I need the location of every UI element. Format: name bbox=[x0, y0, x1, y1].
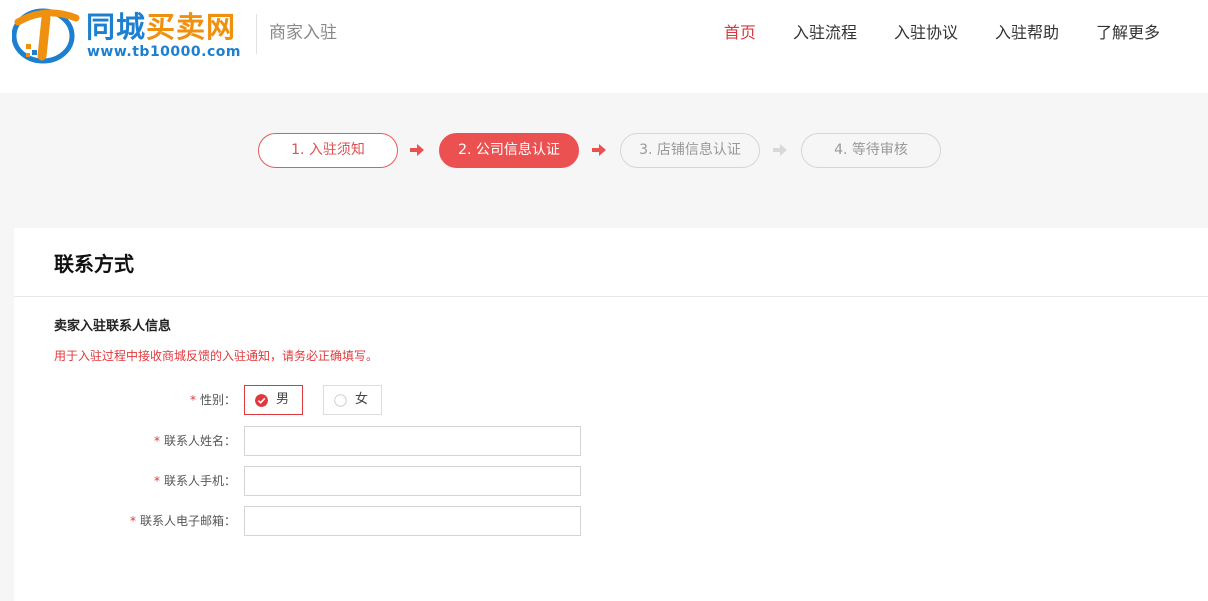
check-circle-icon bbox=[255, 394, 268, 407]
step-1: 1. 入驻须知 bbox=[258, 133, 398, 168]
email-row: * 联系人电子邮箱： bbox=[14, 506, 614, 536]
logo-title-part2: 买卖网 bbox=[146, 10, 237, 44]
nav-help[interactable]: 入驻帮助 bbox=[995, 21, 1059, 45]
gender-option-male[interactable]: 男 bbox=[244, 385, 303, 415]
contact-name-input[interactable] bbox=[244, 426, 581, 456]
divider bbox=[14, 296, 1208, 297]
contact-email-label: * 联系人电子邮箱： bbox=[130, 506, 236, 536]
step-4: 4. 等待审核 bbox=[801, 133, 941, 168]
contact-card: 联系方式 卖家入驻联系人信息 用于入驻过程中接收商城反馈的入驻通知，请务必正确填… bbox=[14, 228, 1208, 601]
contact-phone-label-text: 联系人手机： bbox=[163, 474, 236, 488]
contact-name-label: * 联系人姓名： bbox=[154, 426, 236, 456]
required-mark: * bbox=[153, 434, 160, 448]
required-mark: * bbox=[153, 474, 160, 488]
logo-url: www.tb10000.com bbox=[87, 44, 241, 60]
contact-phone-input[interactable] bbox=[244, 466, 581, 496]
arrow-right-icon bbox=[592, 144, 606, 156]
contact-email-label-text: 联系人电子邮箱： bbox=[139, 514, 236, 528]
name-row: * 联系人姓名： bbox=[14, 426, 614, 456]
group-title: 卖家入驻联系人信息 bbox=[54, 319, 172, 334]
section-title: 联系方式 bbox=[54, 252, 134, 276]
logo-title: 同城买卖网 bbox=[86, 12, 236, 42]
gender-option-female[interactable]: 女 bbox=[323, 385, 382, 415]
arrow-right-icon bbox=[410, 144, 424, 156]
header-divider bbox=[256, 14, 257, 54]
logo[interactable]: 同城买卖网 www.tb10000.com bbox=[12, 4, 252, 64]
nav-home[interactable]: 首页 bbox=[724, 21, 756, 45]
progress-steps: 1. 入驻须知 2. 公司信息认证 3. 店铺信息认证 4. 等待审核 bbox=[258, 133, 958, 169]
gender-label: * 性别： bbox=[190, 385, 236, 415]
step-3: 3. 店铺信息认证 bbox=[620, 133, 760, 168]
step-2: 2. 公司信息认证 bbox=[439, 133, 579, 168]
gender-label-text: 性别： bbox=[199, 393, 236, 407]
nav-process[interactable]: 入驻流程 bbox=[793, 21, 857, 45]
nav-more[interactable]: 了解更多 bbox=[1096, 21, 1160, 45]
required-mark: * bbox=[129, 514, 136, 528]
contact-email-input[interactable] bbox=[244, 506, 581, 536]
logo-icon bbox=[12, 8, 80, 64]
main-nav: 首页 入驻流程 入驻协议 入驻帮助 了解更多 bbox=[687, 21, 1160, 45]
contact-name-label-text: 联系人姓名： bbox=[163, 434, 236, 448]
site-header: 同城买卖网 www.tb10000.com 商家入驻 首页 入驻流程 入驻协议 … bbox=[0, 0, 1208, 93]
phone-row: * 联系人手机： bbox=[14, 466, 614, 496]
nav-agreement[interactable]: 入驻协议 bbox=[894, 21, 958, 45]
arrow-right-icon bbox=[773, 144, 787, 156]
gender-female-label: 女 bbox=[355, 392, 369, 407]
radio-circle-icon bbox=[334, 394, 347, 407]
required-mark: * bbox=[189, 393, 196, 407]
gender-male-label: 男 bbox=[276, 392, 290, 407]
contact-phone-label: * 联系人手机： bbox=[154, 466, 236, 496]
header-subtitle: 商家入驻 bbox=[269, 23, 337, 43]
gender-row: * 性别： 男 女 bbox=[14, 385, 614, 415]
group-note: 用于入驻过程中接收商城反馈的入驻通知，请务必正确填写。 bbox=[54, 349, 379, 363]
logo-title-part1: 同城 bbox=[86, 10, 147, 44]
